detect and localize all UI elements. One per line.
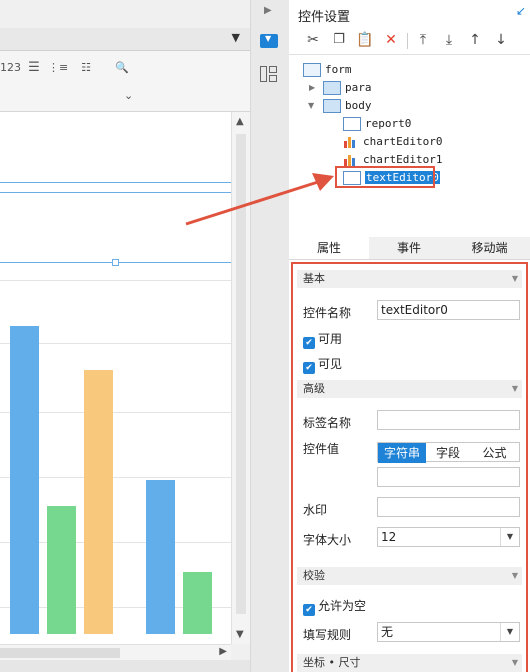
annotation-arrow xyxy=(185,173,334,226)
